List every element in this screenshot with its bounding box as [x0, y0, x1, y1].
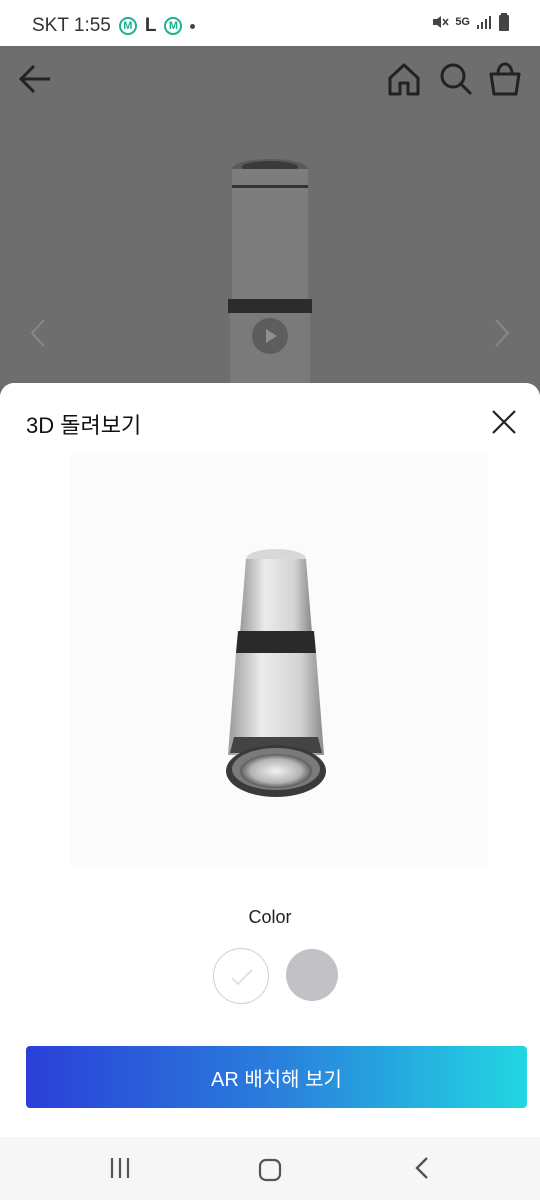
check-icon — [231, 969, 253, 986]
close-icon[interactable] — [490, 408, 518, 436]
ar-placement-button[interactable]: AR 배치해 보기 — [26, 1046, 527, 1108]
prev-arrow-icon[interactable] — [30, 318, 46, 348]
battery-icon — [499, 13, 509, 31]
search-icon[interactable] — [438, 61, 474, 97]
system-nav-bar — [0, 1137, 540, 1200]
cart-icon[interactable] — [486, 60, 524, 98]
metro-badge-icon-2: M — [164, 17, 183, 35]
back-arrow-icon[interactable] — [18, 62, 52, 96]
notification-dot-icon — [190, 23, 196, 29]
next-arrow-icon[interactable] — [494, 318, 510, 348]
sheet-title: 3D 돌려보기 — [26, 413, 142, 438]
viewer-bottom-sheet: 3D 돌려보기 Color AR 배치해 보기 — [0, 383, 540, 1137]
status-bar: SKT 1:55 M L M 5G — [0, 0, 540, 46]
3d-viewer[interactable] — [70, 455, 488, 865]
color-swatch-white[interactable] — [213, 948, 269, 1004]
play-icon[interactable] — [251, 317, 289, 355]
network-type: 5G — [455, 16, 470, 28]
home-icon[interactable] — [386, 61, 422, 97]
l-badge-icon: L — [144, 15, 157, 36]
carrier-time: SKT 1:55 — [32, 15, 111, 36]
metro-badge-icon: M — [118, 17, 137, 35]
color-label: Color — [248, 907, 292, 927]
recent-apps-icon[interactable] — [108, 1155, 132, 1181]
signal-icon — [477, 16, 491, 29]
back-icon[interactable] — [412, 1155, 432, 1181]
product-image-background — [228, 159, 312, 395]
home-button-icon[interactable] — [257, 1157, 283, 1183]
color-swatch-silver[interactable] — [286, 949, 338, 1001]
mute-icon — [433, 16, 449, 28]
product-3d-model[interactable] — [220, 545, 340, 805]
